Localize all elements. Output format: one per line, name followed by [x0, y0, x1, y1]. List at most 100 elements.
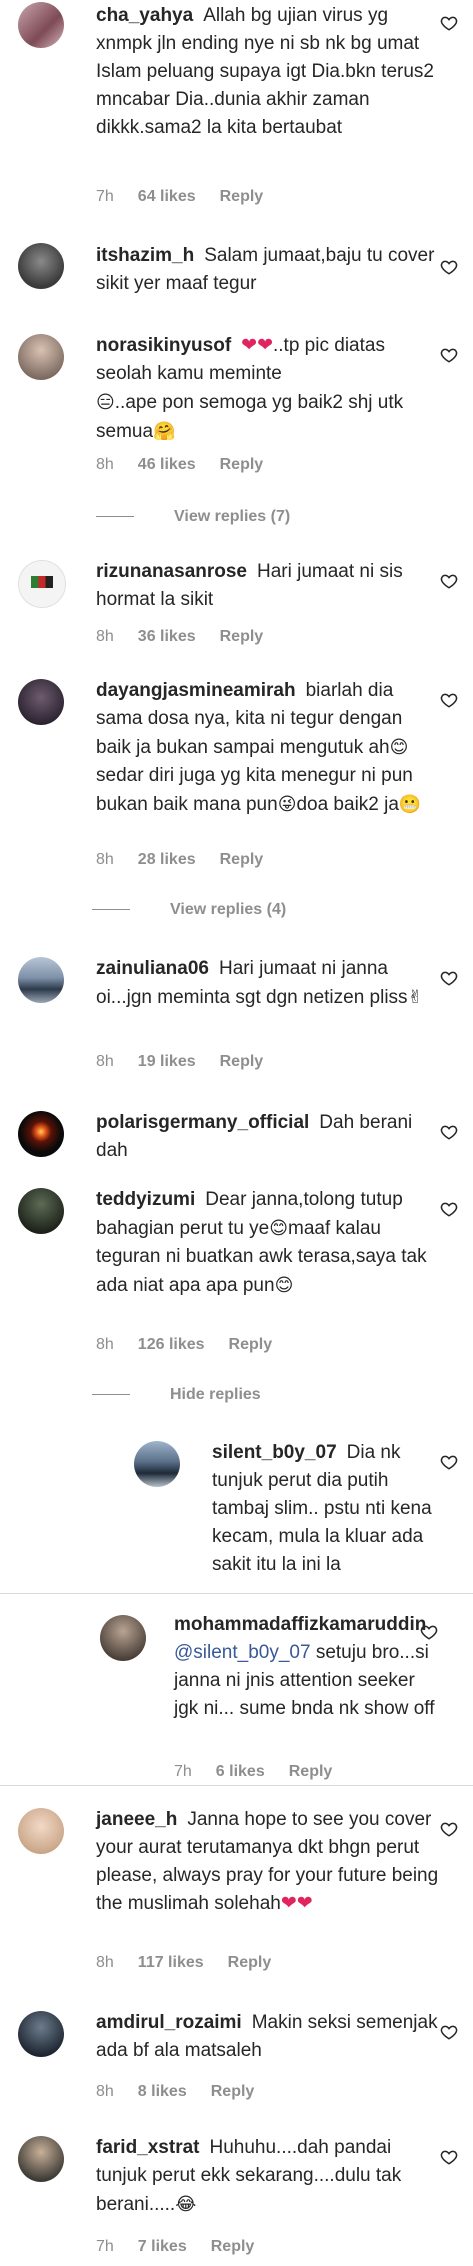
reply-button[interactable]: Reply — [220, 628, 264, 645]
comment-username[interactable]: dayangjasmineamirah — [96, 680, 296, 701]
like-count[interactable]: 19 likes — [138, 1053, 196, 1070]
comment-time: 7h — [174, 1763, 192, 1780]
comment-time: 8h — [96, 851, 114, 868]
heart-icon[interactable] — [420, 1623, 438, 1641]
comment-item: farid_xstrat Huhuhu....dah pandai tunjuk … — [0, 2134, 473, 2264]
mention-link[interactable]: @silent_b0y_07 — [174, 1642, 311, 1663]
like-count[interactable]: 28 likes — [138, 851, 196, 868]
divider — [0, 1593, 473, 1594]
smile-emoji: 😊 — [269, 1218, 289, 1238]
heart-icon[interactable] — [440, 1453, 458, 1471]
heart-icon[interactable] — [440, 346, 458, 364]
like-count[interactable]: 8 likes — [138, 2083, 187, 2100]
heart-icon[interactable] — [440, 258, 458, 276]
comment-item: norasikinyusof ❤❤..tp pic diatas seolah k… — [0, 332, 473, 532]
comment-username[interactable]: mohammadaffizkamaruddin — [174, 1614, 426, 1635]
comment-username[interactable]: cha_yahya — [96, 5, 193, 26]
comment-username[interactable]: amdirul_rozaimi — [96, 2012, 242, 2033]
comment-meta: 7h 7 likes Reply — [96, 2238, 278, 2256]
comment-time: 7h — [96, 188, 114, 205]
reply-button[interactable]: Reply — [220, 1053, 264, 1070]
tongue-emoji: 😜 — [277, 794, 297, 814]
comment-username[interactable]: itshazim_h — [96, 245, 194, 266]
heart-icon[interactable] — [440, 14, 458, 32]
comment-time: 8h — [96, 456, 114, 473]
reply-button[interactable]: Reply — [211, 2238, 255, 2255]
reply-button[interactable]: Reply — [220, 851, 264, 868]
like-count[interactable]: 46 likes — [138, 456, 196, 473]
avatar[interactable] — [18, 1188, 64, 1234]
comment-item: itshazim_h Salam jumaat,baju tu cover sik… — [0, 240, 473, 320]
heart-icon[interactable] — [440, 1200, 458, 1218]
avatar[interactable] — [18, 560, 66, 608]
heart-icon[interactable] — [440, 1123, 458, 1141]
smile-emoji: 😑 — [96, 392, 115, 412]
avatar[interactable] — [18, 2136, 64, 2182]
reply-button[interactable]: Reply — [220, 188, 264, 205]
comment-meta: 7h 64 likes Reply — [96, 188, 287, 206]
heart-icon[interactable] — [440, 691, 458, 709]
avatar[interactable] — [18, 243, 64, 289]
avatar[interactable] — [18, 957, 64, 1003]
comment-username[interactable]: rizunanasanrose — [96, 561, 247, 582]
comment-text-3: doa baik2 ja — [296, 794, 399, 815]
avatar[interactable] — [134, 1441, 180, 1487]
comment-username[interactable]: teddyizumi — [96, 1189, 195, 1210]
reply-button[interactable]: Reply — [220, 456, 264, 473]
avatar[interactable] — [100, 1615, 146, 1661]
like-count[interactable]: 117 likes — [138, 1954, 204, 1971]
comment-item: polarisgermany_official Dah berani dah — [0, 1109, 473, 1179]
comment-username[interactable]: farid_xstrat — [96, 2137, 200, 2158]
avatar[interactable] — [18, 1808, 64, 1854]
comment-meta: 7h 6 likes Reply — [174, 1763, 356, 1781]
heart-icon[interactable] — [440, 1820, 458, 1838]
comment-item: amdirul_rozaimi Makin seksi semenjak ada … — [0, 2009, 473, 2109]
heart-icon[interactable] — [440, 2023, 458, 2041]
divider — [0, 1785, 473, 1786]
comment-meta: 8h 8 likes Reply — [96, 2083, 278, 2101]
heart-icon[interactable] — [440, 969, 458, 987]
heart-icon[interactable] — [440, 2148, 458, 2166]
smile-emoji: 😊 — [274, 1275, 294, 1295]
heart-icon[interactable] — [440, 572, 458, 590]
comment-meta: 8h 117 likes Reply — [96, 1954, 295, 1972]
reply-button[interactable]: Reply — [228, 1954, 272, 1971]
like-count[interactable]: 36 likes — [138, 628, 196, 645]
comment-meta: 8h 19 likes Reply — [96, 1053, 287, 1071]
avatar[interactable] — [18, 334, 64, 380]
comment-time: 7h — [96, 2238, 114, 2255]
comment-username[interactable]: silent_b0y_07 — [212, 1442, 337, 1463]
comment-time: 8h — [96, 1053, 114, 1070]
comment-time: 8h — [96, 1954, 114, 1971]
like-count[interactable]: 7 likes — [138, 2238, 187, 2255]
comment-meta: 8h 126 likes Reply — [96, 1336, 296, 1354]
comment-meta: 8h 28 likes Reply — [96, 851, 287, 869]
comment-username[interactable]: janeee_h — [96, 1809, 177, 1830]
reply-item: mohammadaffizkamaruddin @silent_b0y_07 se… — [0, 1611, 473, 1791]
like-count[interactable]: 6 likes — [216, 1763, 265, 1780]
hand-emoji: ✌ — [407, 987, 423, 1007]
like-count[interactable]: 64 likes — [138, 188, 196, 205]
hide-replies-button[interactable]: Hide replies — [92, 1386, 261, 1404]
avatar[interactable] — [18, 1111, 64, 1157]
like-count[interactable]: 126 likes — [138, 1336, 205, 1353]
comment-item: teddyizumi Dear janna,tolong tutup bahagi… — [0, 1186, 473, 1406]
grimace-emoji: 😬 — [398, 794, 422, 814]
view-replies-button[interactable]: View replies (7) — [96, 508, 290, 526]
comment-item: rizunanasanrose Hari jumaat ni sis hormat… — [0, 558, 473, 668]
comment-username[interactable]: norasikinyusof — [96, 335, 231, 356]
avatar[interactable] — [18, 2011, 64, 2057]
laugh-emoji: 😂 — [175, 2194, 197, 2214]
comment-username[interactable]: zainuliana06 — [96, 958, 209, 979]
avatar[interactable] — [18, 2, 64, 48]
reply-button[interactable]: Reply — [211, 2083, 255, 2100]
avatar[interactable] — [18, 679, 64, 725]
comment-username[interactable]: polarisgermany_official — [96, 1112, 309, 1133]
reply-button[interactable]: Reply — [289, 1763, 333, 1780]
view-replies-button[interactable]: View replies (4) — [92, 901, 286, 919]
hug-emoji: 🤗 — [153, 421, 176, 441]
comment-time: 8h — [96, 628, 114, 645]
comment-item: cha_yahya Allah bg ujian virus yg xnmpk j… — [0, 0, 473, 220]
reply-button[interactable]: Reply — [229, 1336, 273, 1353]
heart-emoji: ❤❤ — [241, 335, 273, 356]
